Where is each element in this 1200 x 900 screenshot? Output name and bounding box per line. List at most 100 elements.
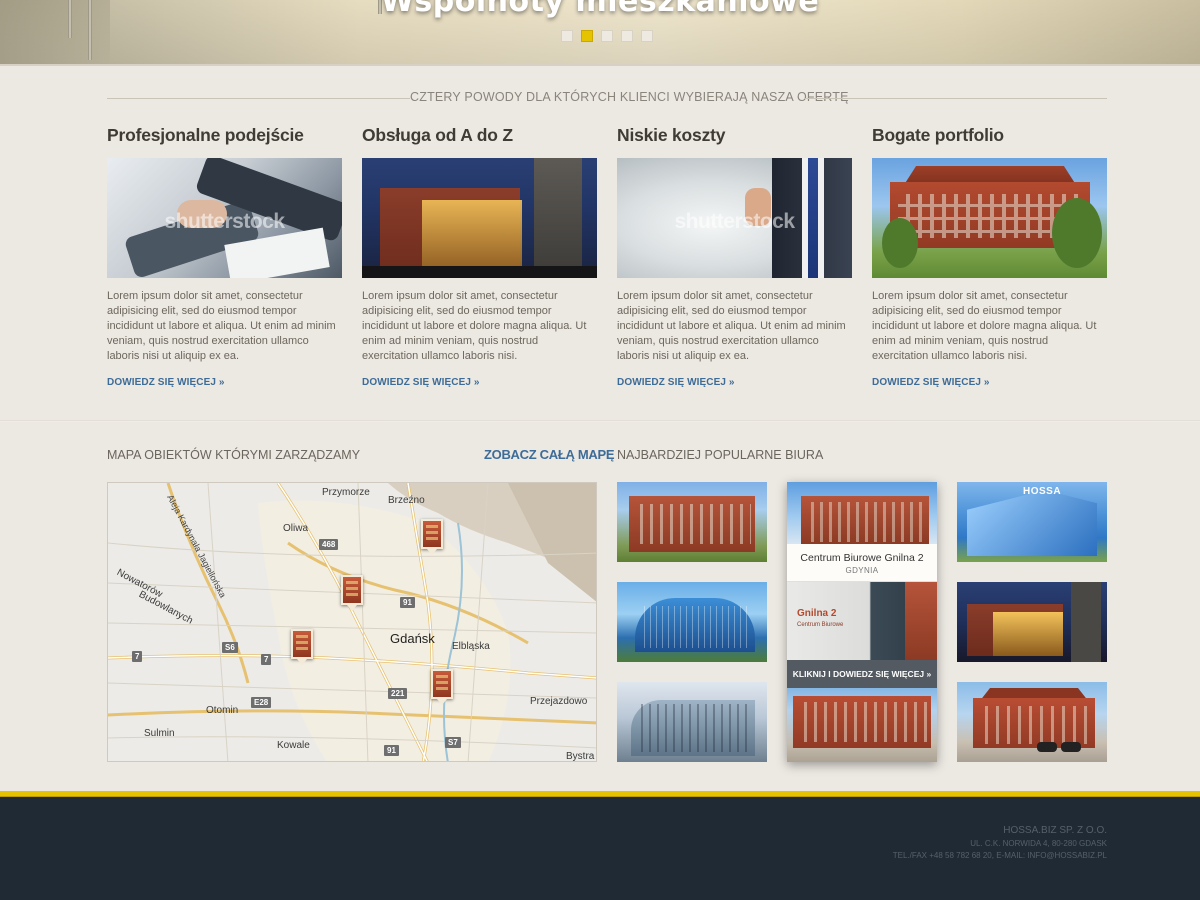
photo-detail [977,706,1091,744]
hossa-logo: HOSSA [1023,486,1062,497]
objects-map[interactable]: Aleja Kardynała Jagiellońska Oliwa Przym… [107,482,597,762]
road-badge: S7 [445,737,461,748]
road-badge: 7 [261,654,272,665]
map-marker-pin[interactable] [291,629,313,665]
map-label: Przymorze [322,487,370,498]
watermark: shutterstock [164,210,285,233]
reason-column-4: Bogate portfolio Lorem ipsum dolor sit a… [872,124,1107,388]
photo-detail [633,504,751,544]
map-label: Otomin [206,705,239,716]
photo-detail [1037,742,1057,752]
reason-column-2: Obsługa od A do Z Lorem ipsum dolor sit … [362,124,597,388]
photo-detail [993,612,1063,656]
reason-text: Lorem ipsum dolor sit amet, consectetur … [617,290,846,362]
slider-dot-3[interactable] [601,30,613,42]
reason-title: Niskie koszty [617,125,726,145]
map-label: Oliwa [283,523,309,534]
photo-detail [805,502,925,542]
road-badge: 91 [384,745,399,756]
featured-office-card[interactable]: Centrum Biurowe Gnilna 2 GDYNIA Gnilna 2… [787,482,937,762]
slider-dots [561,30,653,42]
reason-text: Lorem ipsum dolor sit amet, consectetur … [362,290,587,362]
divider-line [804,98,1107,99]
office-thumbnail[interactable] [957,582,1107,662]
photo-detail [534,158,582,278]
slider-dot-5[interactable] [641,30,653,42]
road-badge: E28 [251,697,272,708]
popular-offices-title: NAJBARDZIEJ POPULARNE BIURA [617,448,824,462]
reasons-heading-text: CZTERY POWODY DLA KTÓRYCH KLIENCI WYBIER… [410,90,849,104]
photo-detail [905,582,937,660]
businessman-thumbs-up-photo[interactable]: shutterstock [617,158,852,278]
photo-detail [797,702,927,742]
reason-title: Obsługa od A do Z [362,125,513,145]
map-marker-body [341,575,363,605]
see-full-map-link[interactable]: ZOBACZ CAŁĄ MAPĘ [484,447,615,462]
office-thumbnail[interactable] [787,688,937,762]
office-thumbnail[interactable] [617,482,767,562]
featured-office-name: Centrum Biurowe Gnilna 2 [800,552,924,564]
map-marker-tip [427,549,437,555]
office-thumbnail[interactable] [617,682,767,762]
map-label: Brzeźno [388,495,425,506]
footer-company: HOSSA.BIZ SP. Z O.O. [1003,825,1107,836]
map-label: Sulmin [144,728,175,739]
office-thumbnail[interactable] [957,682,1107,762]
reasons-heading: CZTERY POWODY DLA KTÓRYCH KLIENCI WYBIER… [107,90,1107,106]
reason-title: Profesjonalne podejście [107,125,304,145]
map-section-title: MAPA OBIEKTÓW KTÓRYMI ZARZĄDZAMY [107,448,361,462]
read-more-link[interactable]: DOWIEDZ SIĘ WIĘCEJ » [362,377,597,388]
slider-dot-4[interactable] [621,30,633,42]
map-label: Kowale [277,740,310,751]
map-label: Elbląska [452,641,490,652]
photo-detail [967,490,1097,556]
reason-column-1: Profesjonalne podejście shutterstock Lor… [107,124,342,388]
map-marker-pin[interactable] [421,519,443,555]
photo-detail [362,266,597,278]
divider-line [107,98,410,99]
handshake-photo[interactable]: shutterstock [107,158,342,278]
featured-office-cta[interactable]: KLIKNIJ I DOWIEDZ SIĘ WIĘCEJ » [787,660,937,688]
map-marker-tip [437,699,447,705]
map-label: Przejazdowo [530,696,588,707]
road-badge: 221 [388,688,408,699]
footer-address: UL. C.K. NORWIDA 4, 80-280 GDASK [970,839,1107,848]
read-more-link[interactable]: DOWIEDZ SIĘ WIĘCEJ » [107,377,342,388]
map-marker-body [291,629,313,659]
building-sign-sub: Centrum Biurowe [797,622,844,628]
reason-title: Bogate portfolio [872,125,1004,145]
reason-text: Lorem ipsum dolor sit amet, consectetur … [107,290,336,362]
photo-detail [635,704,751,752]
map-marker-pin[interactable] [341,575,363,611]
map-marker-body [421,519,443,549]
map-marker-pin[interactable] [431,669,453,705]
map-label: Bystra [566,751,595,762]
map-marker-tip [297,659,307,665]
watermark: shutterstock [674,210,795,233]
featured-office-info: Centrum Biurowe Gnilna 2 GDYNIA [787,544,937,582]
shopping-mall-photo[interactable] [362,158,597,278]
read-more-link[interactable]: DOWIEDZ SIĘ WIĘCEJ » [872,377,1107,388]
hero-slider: Wspólnoty mieszkaniowe [0,0,1200,66]
featured-office-city: GDYNIA [845,566,879,575]
office-thumbnail[interactable] [617,582,767,662]
photo-detail [639,606,751,648]
hero-title: Wspólnoty mieszkaniowe [380,0,820,19]
red-brick-building-photo[interactable] [872,158,1107,278]
office-thumbnail[interactable]: HOSSA [957,482,1107,562]
photo-detail [882,218,918,268]
footer: HOSSA.BIZ SP. Z O.O. UL. C.K. NORWIDA 4,… [0,797,1200,900]
reason-column-3: Niskie koszty shutterstock Lorem ipsum d… [617,124,852,388]
read-more-link[interactable]: DOWIEDZ SIĘ WIĘCEJ » [617,377,852,388]
slider-dot-2[interactable] [581,30,593,42]
reason-text: Lorem ipsum dolor sit amet, consectetur … [872,290,1097,362]
photo-detail [1052,198,1102,268]
map-marker-tip [347,605,357,611]
slider-dot-1[interactable] [561,30,573,42]
featured-office-entrance-photo: Gnilna 2 Centrum Biurowe [787,582,937,660]
road-badge: S6 [222,642,238,653]
map-marker-body [431,669,453,699]
building-sign: Gnilna 2 [797,608,837,619]
photo-detail [1061,742,1081,752]
road-badge: 468 [319,539,339,550]
